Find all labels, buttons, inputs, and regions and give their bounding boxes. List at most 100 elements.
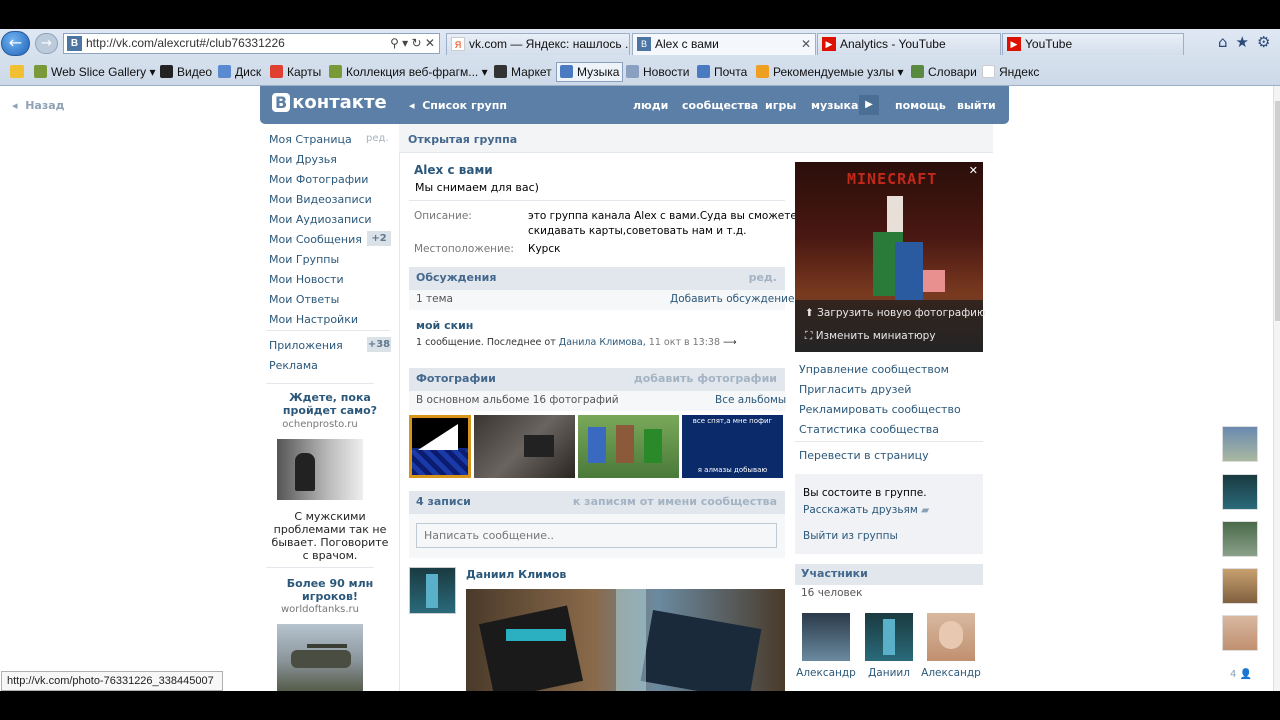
- tab-youtube[interactable]: ▶ YouTube: [1002, 33, 1184, 55]
- friend-avatar[interactable]: [1222, 426, 1258, 462]
- fav-video[interactable]: Видео: [160, 65, 212, 79]
- fav-market[interactable]: Маркет: [494, 65, 552, 79]
- photo-thumb-4[interactable]: все спят,а мне пофиг я алмазы добываю: [682, 415, 783, 478]
- friend-avatar[interactable]: [1222, 521, 1258, 557]
- close-tab-icon[interactable]: ✕: [801, 34, 811, 54]
- members-count[interactable]: 16 человек: [801, 587, 863, 599]
- close-icon[interactable]: ✕: [969, 164, 978, 177]
- browser-back-button[interactable]: ←: [1, 31, 30, 56]
- back-link[interactable]: ◂ Назад: [12, 99, 65, 112]
- discussions-header[interactable]: Обсуждения ред.: [409, 267, 785, 290]
- browser-toolbar-icons[interactable]: ⌂★⚙: [1218, 33, 1278, 51]
- nav-help[interactable]: помощь: [895, 99, 946, 112]
- topic-title[interactable]: мой скин: [416, 319, 473, 332]
- ad-title[interactable]: Ждете, пока пройдет само?: [270, 391, 390, 417]
- fav-recommended[interactable]: Рекомендуемые узлы ▾: [756, 65, 904, 79]
- nav-my-news[interactable]: Мои Новости: [269, 273, 344, 286]
- nav-my-answers[interactable]: Мои Ответы: [269, 293, 339, 306]
- wall-message-input[interactable]: Написать сообщение..: [416, 523, 777, 548]
- photo-thumb-1[interactable]: [409, 415, 471, 478]
- fav-music[interactable]: Музыка: [556, 62, 624, 82]
- member-avatar[interactable]: [865, 613, 913, 661]
- nav-logout[interactable]: выйти: [957, 99, 996, 112]
- nav-ads[interactable]: Реклама: [269, 359, 318, 372]
- nav-my-friends[interactable]: Мои Друзья: [269, 153, 337, 166]
- fav-dictionaries[interactable]: Словари: [911, 65, 977, 79]
- address-controls-icons[interactable]: ⚲ ▾ ↻ ✕: [390, 34, 435, 53]
- favorites-star-icon[interactable]: ★: [1236, 33, 1257, 51]
- add-photos-link[interactable]: добавить фотографии: [634, 372, 777, 385]
- edit-my-page-link[interactable]: ред.: [366, 133, 389, 144]
- photo-thumb-2[interactable]: [474, 415, 575, 478]
- upload-photo-link[interactable]: ⬆ Загрузить новую фотографию: [805, 307, 986, 319]
- all-albums-link[interactable]: Все альбомы: [715, 394, 786, 406]
- vk-logo[interactable]: Вконтакте: [272, 92, 387, 113]
- manage-community-link[interactable]: Управление сообществом: [799, 363, 949, 376]
- member-name[interactable]: Александр: [921, 667, 981, 679]
- community-stats-link[interactable]: Статистика сообщества: [799, 423, 939, 436]
- friends-online-count[interactable]: 4 👤: [1230, 669, 1252, 680]
- topic-last-author[interactable]: Данила Климова,: [559, 337, 646, 348]
- favorites-star-add-icon[interactable]: [10, 65, 28, 79]
- leave-group-link[interactable]: Выйти из группы: [803, 530, 898, 542]
- fav-maps[interactable]: Карты: [270, 65, 321, 79]
- topic-last-time[interactable]: 11 окт в 13:38: [649, 337, 720, 348]
- address-bar[interactable]: В http://vk.com/alexcrut#/club76331226 ⚲…: [63, 33, 440, 54]
- nav-games[interactable]: игры: [765, 99, 796, 112]
- nav-apps[interactable]: Приложения: [269, 339, 343, 352]
- apps-badge[interactable]: +38: [367, 337, 391, 352]
- advertise-community-link[interactable]: Рекламировать сообщество: [799, 403, 961, 416]
- member-avatar[interactable]: [927, 613, 975, 661]
- nav-people[interactable]: люди: [633, 99, 668, 112]
- messages-badge[interactable]: +2: [367, 231, 391, 246]
- fav-collection[interactable]: Коллекция веб-фрагм... ▾: [329, 65, 488, 79]
- discussions-edit-link[interactable]: ред.: [749, 271, 777, 284]
- nav-communities[interactable]: сообщества: [682, 99, 758, 112]
- post-author-avatar[interactable]: [409, 567, 456, 614]
- friend-avatar[interactable]: [1222, 474, 1258, 510]
- fav-disk[interactable]: Диск: [218, 65, 261, 79]
- tab-yandex[interactable]: Яvk.com — Яндекс: нашлось ...: [446, 33, 630, 55]
- fav-web-slice[interactable]: Web Slice Gallery ▾: [34, 65, 156, 79]
- tab-analytics[interactable]: ▶ Analytics - YouTube: [817, 33, 1001, 55]
- friend-avatar[interactable]: [1222, 568, 1258, 604]
- nav-my-groups[interactable]: Мои Группы: [269, 253, 339, 266]
- fav-yandex[interactable]: Яндекс: [982, 65, 1039, 79]
- post-image[interactable]: [466, 589, 785, 691]
- convert-to-page-link[interactable]: Перевести в страницу: [799, 449, 929, 462]
- group-cover-image[interactable]: MINECRAFT ✕ ⬆ Загрузить новую фотографию…: [795, 162, 986, 352]
- ad-title[interactable]: Более 90 млн игроков!: [270, 577, 390, 603]
- member-avatar[interactable]: [802, 613, 850, 661]
- page-scrollbar[interactable]: [1273, 86, 1280, 691]
- groups-list-link[interactable]: ◂ Список групп: [409, 99, 507, 112]
- nav-my-videos[interactable]: Мои Видеозаписи: [269, 193, 372, 206]
- home-icon[interactable]: ⌂: [1218, 33, 1236, 51]
- play-icon[interactable]: ▶: [859, 95, 879, 115]
- tab-alex[interactable]: В Alex с вами ✕: [632, 33, 816, 55]
- fav-mail[interactable]: Почта: [697, 65, 747, 79]
- invite-friends-link[interactable]: Пригласить друзей: [799, 383, 911, 396]
- nav-my-audio[interactable]: Мои Аудиозаписи: [269, 213, 372, 226]
- settings-gear-icon[interactable]: ⚙: [1257, 33, 1278, 51]
- post-author-name[interactable]: Даниил Климов: [466, 568, 566, 581]
- member-name[interactable]: Александр: [796, 667, 856, 679]
- friend-avatar[interactable]: [1222, 615, 1258, 651]
- photo-thumb-3[interactable]: [578, 415, 679, 478]
- fav-news[interactable]: Новости: [626, 65, 689, 79]
- change-thumbnail-link[interactable]: ⛶ Изменить миниатюру: [805, 330, 936, 343]
- nav-my-messages[interactable]: Мои Сообщения: [269, 233, 362, 246]
- scrollbar-thumb[interactable]: [1275, 101, 1280, 321]
- browser-forward-button[interactable]: →: [35, 33, 58, 54]
- post-as-community-link[interactable]: к записям от имени сообщества: [573, 495, 777, 508]
- photos-header[interactable]: Фотографии добавить фотографии: [409, 368, 785, 391]
- nav-my-settings[interactable]: Мои Настройки: [269, 313, 358, 326]
- nav-my-page[interactable]: Моя Страница: [269, 133, 352, 146]
- ad-image[interactable]: [277, 624, 363, 691]
- ad-image[interactable]: [277, 439, 363, 500]
- wall-header[interactable]: 4 записи к записям от имени сообщества: [409, 491, 785, 514]
- nav-music[interactable]: музыка: [811, 99, 858, 112]
- member-name[interactable]: Даниил: [859, 667, 919, 679]
- add-discussion-link[interactable]: Добавить обсуждение: [670, 293, 794, 305]
- tell-friends-link[interactable]: Расскажать друзьям ▰: [803, 504, 929, 516]
- nav-my-photos[interactable]: Мои Фотографии: [269, 173, 368, 186]
